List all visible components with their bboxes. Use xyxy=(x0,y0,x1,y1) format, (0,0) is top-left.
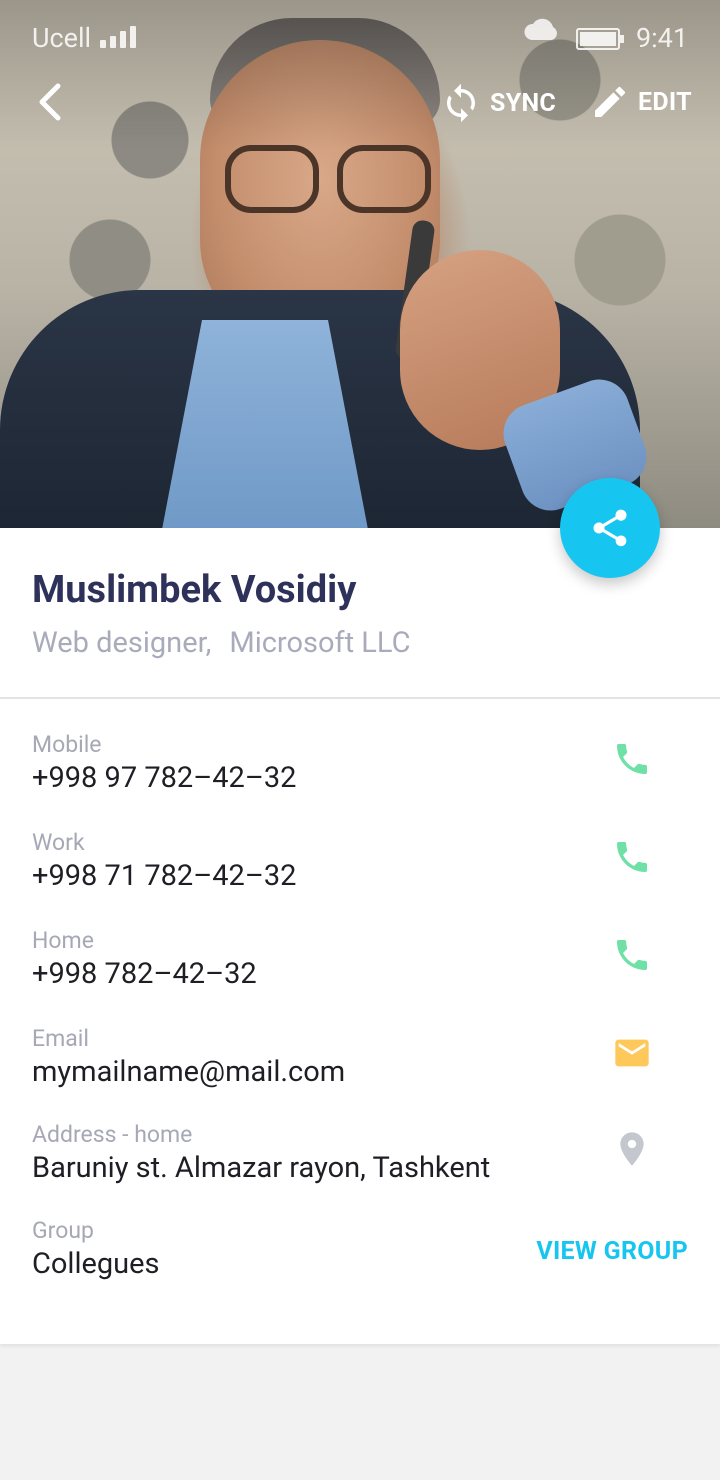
signal-icon xyxy=(100,26,136,48)
company-name: Microsoft LLC xyxy=(229,626,411,660)
contact-name: Muslimbek Vosidiy xyxy=(32,568,357,612)
field-label: Mobile xyxy=(32,731,102,758)
edit-button[interactable]: EDIT xyxy=(590,82,692,122)
contact-photo xyxy=(0,0,720,528)
call-work-button[interactable] xyxy=(612,837,652,877)
contact-details-card: Muslimbek Vosidiy Web designer, Microsoft… xyxy=(0,528,720,1344)
share-icon xyxy=(593,509,627,547)
field-value: +998 782–42–32 xyxy=(32,957,257,991)
field-value: Collegues xyxy=(32,1247,160,1281)
field-label: Work xyxy=(32,829,85,856)
mail-icon xyxy=(615,1039,649,1067)
field-value: mymailname@mail.com xyxy=(32,1055,346,1089)
share-button[interactable] xyxy=(560,478,660,578)
sync-button[interactable]: SYNC xyxy=(440,82,556,124)
chevron-left-icon xyxy=(39,83,61,121)
battery-icon xyxy=(576,28,624,50)
field-value: +998 97 782–42–32 xyxy=(32,761,297,795)
pencil-icon xyxy=(595,86,626,117)
send-email-button[interactable] xyxy=(612,1033,652,1073)
field-value: +998 71 782–42–32 xyxy=(32,859,297,893)
carrier-name: Ucell xyxy=(32,22,92,54)
field-label: Group xyxy=(32,1217,94,1244)
sync-icon xyxy=(447,83,475,123)
sync-label: SYNC xyxy=(490,88,557,118)
open-map-button[interactable] xyxy=(612,1129,652,1169)
divider xyxy=(0,697,720,699)
field-value: Baruniy st. Almazar rayon, Tashkent xyxy=(32,1151,491,1185)
phone-icon xyxy=(617,744,647,774)
contact-subtitle: Web designer, Microsoft LLC xyxy=(32,626,410,660)
phone-icon xyxy=(617,940,647,970)
clock: 9:41 xyxy=(635,22,688,54)
location-pin-icon xyxy=(620,1132,644,1166)
view-group-button[interactable]: VIEW GROUP xyxy=(536,1237,688,1266)
field-label: Email xyxy=(32,1025,89,1052)
call-home-button[interactable] xyxy=(612,935,652,975)
field-label: Home xyxy=(32,927,94,954)
status-bar: Ucell 9:41 xyxy=(0,0,720,76)
cloud-icon xyxy=(524,18,557,40)
back-button[interactable] xyxy=(30,80,74,124)
job-title: Web designer, xyxy=(32,626,212,660)
call-mobile-button[interactable] xyxy=(612,739,652,779)
edit-label: EDIT xyxy=(638,87,692,117)
field-label: Address - home xyxy=(32,1121,193,1148)
phone-icon xyxy=(617,842,647,872)
